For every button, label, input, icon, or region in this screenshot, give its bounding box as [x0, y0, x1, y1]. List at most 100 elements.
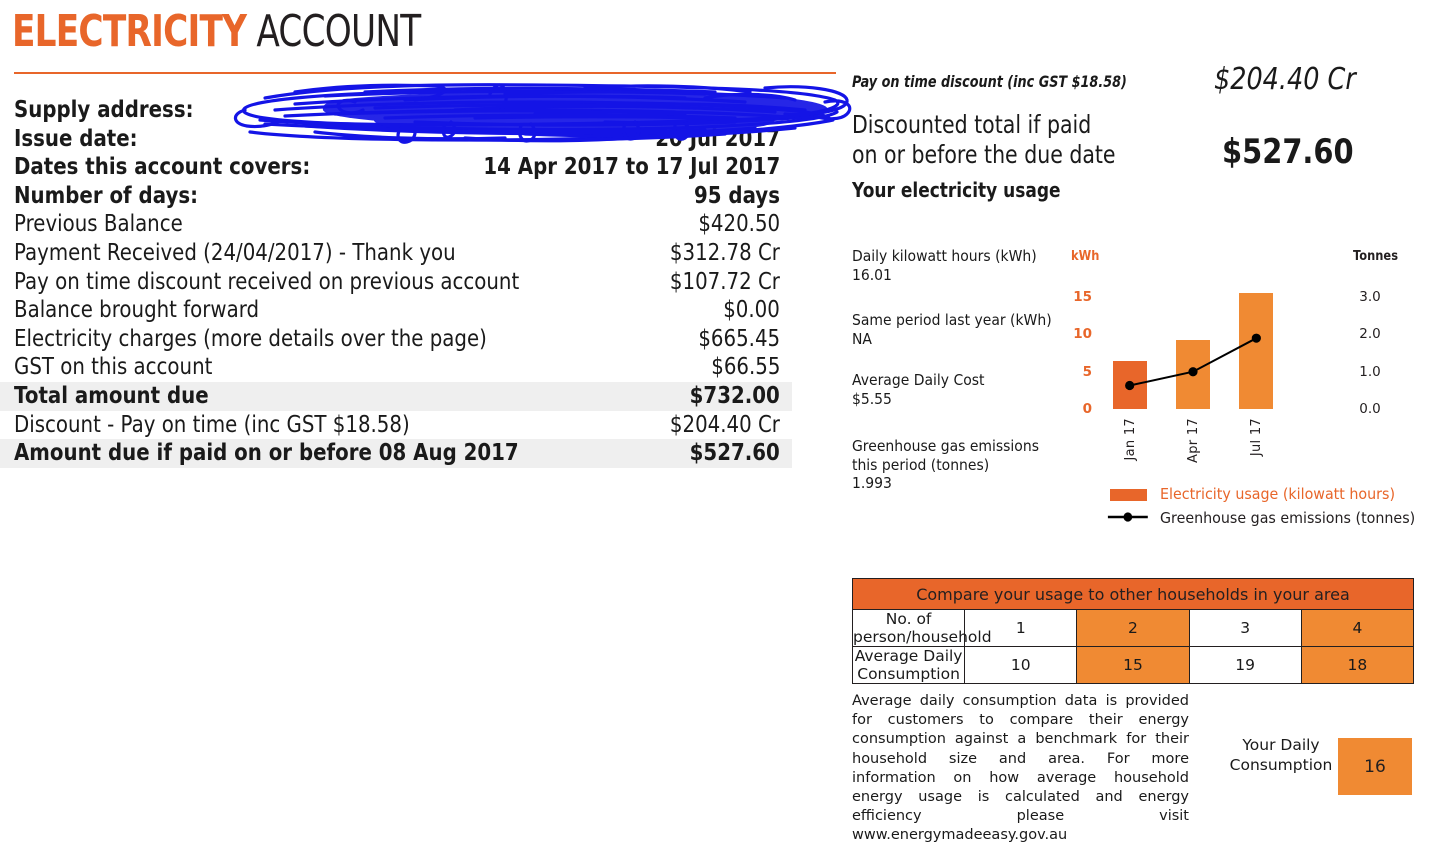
summary-row-value: 14 Apr 2017 to 17 Jul 2017: [483, 154, 780, 181]
table-row-label: Average Daily Consumption: [851, 646, 966, 684]
summary-row-value: $527.60: [689, 440, 780, 467]
pay-on-time-discount-amount: $204.40 Cr: [1214, 62, 1356, 97]
summary-row-label: Amount due if paid on or before 08 Aug 2…: [14, 440, 519, 467]
usage-section-heading: Your electricity usage: [852, 178, 1061, 202]
table-row: Compare your usage to other households i…: [852, 578, 1414, 610]
summary-row-label: Dates this account covers:: [14, 154, 311, 181]
summary-row-label: Electricity charges (more details over t…: [14, 325, 487, 352]
summary-row: GST on this account $66.55: [0, 353, 792, 382]
summary-row: Issue date: 20 Jul 2017: [0, 125, 792, 154]
legend-line-marker-icon: [1107, 512, 1148, 522]
summary-row-value: $107.72 Cr: [669, 268, 780, 295]
summary-row-label: Payment Received (24/04/2017) - Thank yo…: [14, 239, 456, 266]
legend-electricity-usage-label: Electricity usage (kilowatt hours): [1160, 485, 1396, 503]
discounted-total-amount: $527.60: [1222, 132, 1354, 172]
summary-row-value: 95 days: [694, 182, 780, 209]
summary-row: Number of days: 95 days: [0, 182, 792, 211]
usage-stat-value: NA: [852, 329, 872, 348]
footer-note: Average daily consumption data is provid…: [852, 693, 1189, 844]
usage-stat-label: Same period last year (kWh): [852, 311, 1052, 329]
usage-stat-label: Greenhouse gas emissions: [852, 437, 1039, 455]
summary-row-value: $732.00: [689, 382, 780, 409]
summary-row-value: $312.78 Cr: [669, 239, 780, 266]
chart-left-tick: 10: [1073, 326, 1092, 343]
summary-row: Supply address:: [0, 96, 792, 125]
chart-line-marker: [1251, 333, 1261, 343]
page-title-rest: ACCOUNT: [246, 6, 421, 57]
your-daily-consumption-label: Your Daily Consumption: [1229, 736, 1333, 774]
usage-stat: Daily kilowatt hours (kWh) 16.01: [852, 247, 1037, 284]
bill-page: ELECTRICITY ACCOUNT Supply address: Issue…: [0, 0, 1453, 843]
chart-left-tick: 5: [1082, 363, 1092, 380]
summary-row-label: GST on this account: [14, 354, 213, 381]
summary-row: Pay on time discount received on previou…: [0, 268, 792, 297]
summary-row-value: $665.45: [698, 325, 780, 352]
summary-row-value: $0.00: [723, 297, 780, 324]
usage-stat: Average Daily Cost $5.55: [852, 371, 984, 408]
chart-left-axis-unit: kWh: [1071, 249, 1100, 264]
table-row: Average Daily Consumption 10 15 19 18: [851, 646, 1415, 684]
chart-right-axis-unit: Tonnes: [1353, 249, 1399, 264]
table-row: No. of person/household 1 2 3 4: [851, 609, 1415, 647]
summary-row: Previous Balance $420.50: [0, 210, 792, 239]
summary-row-label: Previous Balance: [14, 211, 183, 238]
usage-stat-label-line2: this period (tonnes): [852, 455, 990, 474]
summary-row: Electricity charges (more details over t…: [0, 325, 792, 354]
chart-line-marker: [1125, 380, 1135, 391]
table-cell: 2: [1076, 609, 1190, 647]
pay-on-time-discount-note: Pay on time discount (inc GST $18.58): [852, 72, 1127, 91]
table-row-label: No. of person/household: [851, 609, 992, 647]
summary-row: Dates this account covers: 14 Apr 2017 to…: [0, 153, 792, 182]
account-summary-table: Supply address: Issue date: 20 Jul 2017 Dat…: [0, 96, 792, 468]
usage-stat-label: Daily kilowatt hours (kWh): [852, 247, 1037, 265]
chart-right-tick: 3.0: [1359, 289, 1381, 306]
summary-row-label: Issue date:: [14, 125, 138, 152]
legend-bar-swatch-icon: [1110, 489, 1147, 501]
legend-greenhouse-gas-label: Greenhouse gas emissions (tonnes): [1160, 509, 1416, 527]
usage-stat-value: 1.993: [852, 474, 892, 492]
chart-x-label: Jul 17: [1249, 418, 1265, 457]
table-cell: 15: [1076, 646, 1190, 684]
your-daily-consumption-value: 16: [1338, 738, 1412, 795]
table-cell: 10: [964, 646, 1078, 684]
table-cell: 4: [1300, 609, 1415, 647]
summary-row-label: Pay on time discount received on previou…: [14, 268, 520, 295]
summary-row-label: Total amount due: [14, 382, 209, 409]
summary-row: Discount - Pay on time (inc GST $18.58) $…: [0, 411, 792, 440]
summary-row-value: $66.55: [710, 354, 780, 381]
title-divider: [14, 72, 836, 74]
chart-right-tick: 0.0: [1359, 401, 1381, 417]
summary-row-label: Supply address:: [14, 97, 194, 123]
summary-row: Payment Received (24/04/2017) - Thank yo…: [0, 239, 792, 268]
summary-row-label: Discount - Pay on time (inc GST $18.58): [14, 411, 410, 438]
household-comparison-table: Compare your usage to other households i…: [851, 578, 1415, 684]
usage-stat-value: 16.01: [852, 265, 892, 284]
page-title: ELECTRICITY ACCOUNT: [12, 10, 421, 54]
usage-stat-value: $5.55: [852, 389, 892, 408]
usage-chart: kWh Tonnes 15 10 5 0 3.0 2.0 1.0 0.0 Jan 17 Apr…: [1060, 240, 1425, 480]
usage-stat: Greenhouse gas emissions this period (ton…: [852, 437, 1039, 493]
summary-row-value: 20 Jul 2017: [655, 125, 780, 152]
chart-left-tick: 15: [1073, 289, 1092, 306]
summary-row-label: Balance brought forward: [14, 297, 260, 324]
usage-stat: Same period last year (kWh) NA: [852, 311, 1052, 348]
table-cell: 3: [1188, 609, 1302, 647]
summary-row-value: $420.50: [698, 211, 780, 238]
usage-stat-label: Average Daily Cost: [852, 371, 985, 389]
discounted-total-label: Discounted total if paid on or before th…: [852, 110, 1116, 170]
chart-left-tick: 0: [1082, 401, 1092, 417]
summary-row: Amount due if paid on or before 08 Aug 2…: [0, 439, 792, 468]
chart-line-series: [1125, 333, 1261, 391]
summary-row-value: $204.40 Cr: [669, 411, 780, 438]
chart-plot-area: [1098, 286, 1288, 409]
page-title-highlight: ELECTRICITY: [12, 6, 247, 57]
table-cell: 18: [1300, 646, 1415, 684]
chart-x-label: Jan 17: [1122, 418, 1138, 461]
table-cell: 19: [1188, 646, 1302, 684]
chart-x-label: Apr 17: [1186, 418, 1201, 463]
chart-right-tick: 2.0: [1359, 326, 1381, 343]
comparison-table-title: Compare your usage to other households i…: [852, 578, 1414, 610]
summary-row: Total amount due $732.00: [0, 381, 792, 411]
discounted-total-label-line2: on or before the due date: [852, 140, 1116, 169]
summary-row-label: Number of days:: [14, 182, 199, 209]
